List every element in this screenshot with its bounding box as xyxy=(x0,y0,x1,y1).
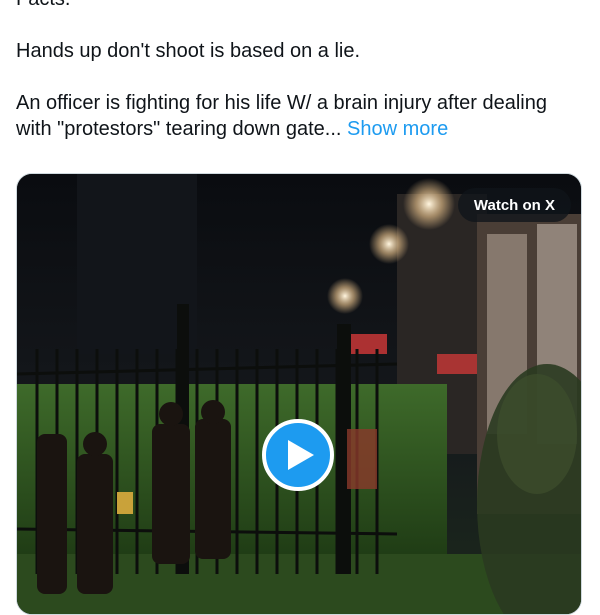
video-frame xyxy=(17,174,581,614)
tweet-text: Facts. Hands up don't shoot is based on … xyxy=(16,0,586,142)
video-media[interactable]: Watch on X xyxy=(16,173,582,615)
watch-on-x-button[interactable]: Watch on X xyxy=(457,188,571,222)
tweet-text-body: An officer is fighting for his life W/ a… xyxy=(16,92,547,140)
watch-on-x-label: Watch on X xyxy=(473,196,555,214)
show-more-link[interactable]: Show more xyxy=(347,118,448,140)
tweet-text-line: Facts. xyxy=(16,0,586,12)
play-icon xyxy=(288,440,314,470)
play-button[interactable] xyxy=(262,419,334,491)
tweet-text-line-facts: Facts. xyxy=(16,0,70,10)
tweet-text-line-hands-up: Hands up don't shoot is based on a lie. xyxy=(16,40,361,62)
tweet-text-line-officer: An officer is fighting for his life W/ a… xyxy=(16,90,586,142)
